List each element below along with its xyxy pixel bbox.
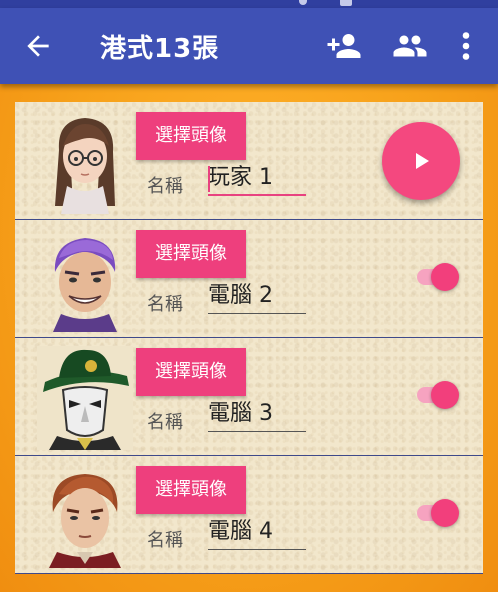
enable-player-switch[interactable] [415, 498, 467, 528]
name-value: 電腦 3 [208, 401, 273, 426]
name-value: 電腦 2 [208, 283, 273, 308]
switch-thumb [431, 263, 459, 291]
status-indicator [340, 0, 352, 6]
name-label: 名稱 [147, 412, 183, 433]
switch-thumb [431, 381, 459, 409]
choose-avatar-button[interactable]: 選擇頭像 [136, 112, 246, 160]
more-vert-icon[interactable] [452, 28, 480, 64]
name-label: 名稱 [147, 530, 183, 551]
girl-with-glasses-avatar [37, 110, 133, 214]
name-field[interactable]: 電腦 4 [208, 514, 306, 550]
status-indicator [299, 0, 307, 5]
purple-hair-man-avatar [37, 228, 133, 332]
masked-man-avatar [37, 346, 133, 450]
player-row: 選擇頭像 名稱 玩家 1 [15, 102, 483, 220]
player-list: 選擇頭像 名稱 玩家 1 選擇頭像 名稱 電腦 2 選擇頭像 名稱 電腦 3 選… [15, 102, 483, 574]
switch-thumb [431, 499, 459, 527]
group-icon[interactable] [392, 28, 428, 64]
status-bar [0, 0, 498, 8]
name-value: 電腦 4 [208, 519, 273, 544]
choose-avatar-button[interactable]: 選擇頭像 [136, 230, 246, 278]
name-field[interactable]: 玩家 1 [208, 160, 306, 196]
person-add-icon[interactable] [326, 28, 362, 64]
enable-player-switch[interactable] [415, 262, 467, 292]
player-row: 選擇頭像 名稱 電腦 3 [15, 338, 483, 456]
text-cursor [208, 166, 210, 192]
play-button[interactable] [382, 122, 460, 200]
choose-avatar-button[interactable]: 選擇頭像 [136, 466, 246, 514]
arrow-back-icon[interactable] [22, 30, 54, 62]
enable-player-switch[interactable] [415, 380, 467, 410]
name-value: 玩家 1 [208, 165, 273, 190]
name-field[interactable]: 電腦 3 [208, 396, 306, 432]
player-row: 選擇頭像 名稱 電腦 2 [15, 220, 483, 338]
name-label: 名稱 [147, 176, 183, 197]
name-field[interactable]: 電腦 2 [208, 278, 306, 314]
auburn-hair-man-avatar [37, 464, 133, 568]
play-icon [416, 153, 429, 169]
player-row: 選擇頭像 名稱 電腦 4 [15, 456, 483, 574]
app-bar: 港式13張 [0, 8, 498, 84]
name-label: 名稱 [147, 294, 183, 315]
choose-avatar-button[interactable]: 選擇頭像 [136, 348, 246, 396]
page-title: 港式13張 [100, 34, 220, 64]
